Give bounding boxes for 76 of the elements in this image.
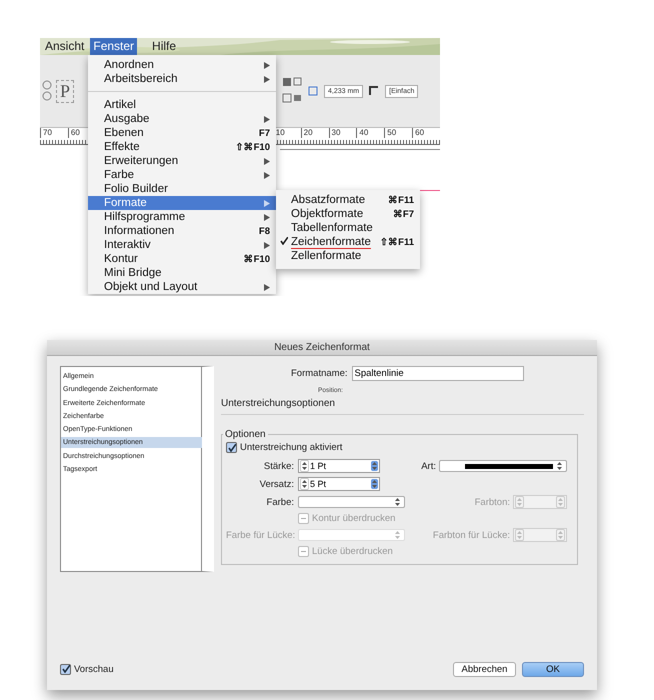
- checkbox-label: Unterstreichung aktiviert: [240, 442, 342, 453]
- dialog-button[interactable]: OK: [522, 662, 584, 676]
- submenu-arrow-icon: [264, 242, 270, 248]
- menu-item[interactable]: Objektformate ⌘F7: [276, 207, 420, 221]
- paragraph-style-icon[interactable]: P: [56, 80, 74, 102]
- menu-item[interactable]: Zeichenformate ⇧⌘F11: [276, 235, 420, 249]
- stepper-arrows-icon: [302, 462, 307, 470]
- menu-item[interactable]: Kontur ⌘F10: [88, 252, 276, 266]
- menu-item[interactable]: Zellenformate: [276, 249, 420, 263]
- format-name-field[interactable]: Spaltenlinie: [352, 366, 524, 381]
- menu-bar-item[interactable]: Fenster: [90, 38, 138, 55]
- section-title: Unterstreichungsoptionen: [221, 398, 584, 415]
- menu-item[interactable]: Mini Bridge: [88, 266, 276, 280]
- menu-item[interactable]: Formate: [88, 196, 276, 210]
- menu-item[interactable]: Effekte ⇧⌘F10: [88, 140, 276, 154]
- menu-bar-item[interactable]: Hilfe: [149, 38, 180, 55]
- stepper-arrows-icon: [395, 498, 400, 506]
- menu-item[interactable]: Anordnen: [88, 58, 276, 72]
- spinner-field[interactable]: 1 Pt: [298, 459, 380, 473]
- checkbox[interactable]: [226, 442, 237, 453]
- stepper-arrows-icon: [372, 480, 377, 488]
- stepper-arrows-icon: [517, 498, 522, 506]
- dash-icon: [301, 551, 306, 552]
- field-label: Farbton:: [474, 496, 510, 508]
- field-label: Farbe für Lücke:: [226, 530, 294, 540]
- field-label: Art:: [421, 460, 436, 472]
- rotate-icon[interactable]: [42, 80, 52, 102]
- select-field[interactable]: [298, 496, 405, 508]
- menu-item[interactable]: Arbeitsbereich: [88, 72, 276, 86]
- field-label: Formatname:: [291, 368, 348, 379]
- stepper-arrows-icon: [558, 498, 563, 506]
- submenu-arrow-icon: [264, 284, 270, 290]
- ruler-label: 70: [40, 128, 68, 138]
- menu-item[interactable]: Interaktiv: [88, 238, 276, 252]
- checkmark-icon: [62, 665, 70, 673]
- stepper-arrows-icon: [302, 480, 307, 488]
- frame-icon[interactable]: [308, 86, 318, 96]
- menu-item[interactable]: Artikel: [88, 98, 276, 112]
- menu-item[interactable]: Tabellenformate: [276, 221, 420, 235]
- field-label: Stärke:: [262, 460, 294, 472]
- stepper-arrows-icon: [558, 531, 563, 539]
- ruler-label: 60: [412, 128, 440, 138]
- group-title: Optionen: [224, 429, 267, 440]
- ruler-label: 30: [328, 128, 356, 138]
- checkbox-label: Kontur überdrucken: [312, 513, 396, 524]
- field-label: Farbe:: [266, 496, 294, 508]
- line-style-select[interactable]: [439, 460, 567, 472]
- checkbox[interactable]: [60, 664, 71, 674]
- stepper-arrows-icon: [372, 462, 377, 470]
- menu-item[interactable]: Folio Builder: [88, 182, 276, 196]
- menu-item[interactable]: Informationen F8: [88, 224, 276, 238]
- checkmark-icon: [280, 237, 288, 245]
- ruler-label: 40: [356, 128, 384, 138]
- dash-icon: [301, 518, 306, 519]
- checkbox-label: Vorschau: [74, 664, 114, 674]
- menu-item[interactable]: Absatzformate ⌘F11: [276, 193, 420, 207]
- spinner-field[interactable]: 5 Pt: [298, 477, 380, 491]
- stepper-arrows-icon: [517, 531, 522, 539]
- field-label: Versatz:: [258, 478, 294, 490]
- submenu-arrow-icon: [264, 116, 270, 122]
- field-label: Farbton für Lücke:: [432, 530, 510, 540]
- menu-bar-item[interactable]: Ansicht: [42, 38, 88, 55]
- checkbox-label: Lücke überdrucken: [312, 546, 393, 557]
- stepper-arrows-icon: [395, 531, 400, 539]
- ruler-label: 50: [384, 128, 412, 138]
- window-title: Neues Zeichenformat: [274, 342, 370, 353]
- menu-item[interactable]: Objekt und Layout: [88, 280, 276, 294]
- menu-item[interactable]: Erweiterungen: [88, 154, 276, 168]
- menu-item[interactable]: Hilfsprogramme: [88, 210, 276, 224]
- menu-item[interactable]: Farbe: [88, 168, 276, 182]
- ruler-label: 20: [300, 128, 328, 138]
- dialog-button[interactable]: Abbrechen: [453, 662, 516, 676]
- corner-icon[interactable]: [369, 86, 380, 96]
- menu-item[interactable]: Ausgabe: [88, 112, 276, 126]
- checkmark-icon: [228, 444, 236, 452]
- stepper-arrows-icon: [557, 462, 562, 470]
